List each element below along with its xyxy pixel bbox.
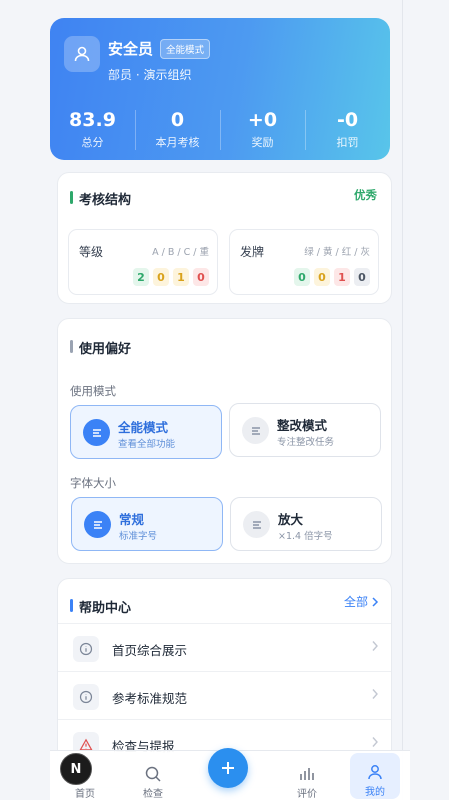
grade-a-count: 2 xyxy=(133,268,149,286)
stat-label: 奖励 xyxy=(251,136,274,149)
mode-option-full[interactable]: 全能模式 查看全部功能 xyxy=(70,405,222,459)
gray-card-count: 0 xyxy=(354,268,370,286)
red-card-count: 1 xyxy=(334,268,350,286)
view-all-label: 全部 xyxy=(343,595,368,609)
plus-icon xyxy=(222,762,234,774)
help-item[interactable]: 首页综合展示 xyxy=(58,623,391,671)
option-title: 常规 xyxy=(119,512,145,527)
stat-reward[interactable]: +0 奖励 xyxy=(220,100,305,160)
font-option-normal[interactable]: 常规 标准字号 xyxy=(71,497,223,551)
grade-box[interactable]: 等级 A / B / C / 重 2 0 1 0 xyxy=(68,229,218,295)
list-icon xyxy=(84,511,111,538)
grade-b-count: 0 xyxy=(153,268,169,286)
add-button[interactable] xyxy=(208,748,248,788)
stat-label: 总分 xyxy=(81,136,104,149)
help-item[interactable]: 参考标准规范 xyxy=(58,671,391,719)
card-title: 发牌 xyxy=(240,245,265,259)
list-icon xyxy=(83,419,110,446)
option-desc: 专注整改任务 xyxy=(277,437,335,448)
exam-structure-card: 考核结构 优秀 等级 A / B / C / 重 2 0 1 0 发牌 绿 / … xyxy=(57,172,392,304)
info-icon xyxy=(73,684,99,710)
grade-legend: A / B / C / 重 xyxy=(152,247,209,258)
option-desc: ×1.4 倍字号 xyxy=(278,531,333,542)
stat-label: 扣罚 xyxy=(336,136,359,149)
option-title: 整改模式 xyxy=(277,418,328,433)
nav-check[interactable]: 检查 xyxy=(128,757,178,800)
profile-card[interactable]: 安全员 全能模式 部员 · 演示组织 83.9 总分 0 本月考核 +0 奖励 … xyxy=(50,18,390,160)
section-title: 帮助中心 xyxy=(70,597,131,616)
user-name: 安全员 xyxy=(108,40,154,58)
stat-value: 0 xyxy=(170,109,185,131)
stat-value: 83.9 xyxy=(69,109,116,131)
nav-label: 检查 xyxy=(143,789,163,800)
grade-c-count: 1 xyxy=(173,268,189,286)
option-title: 放大 xyxy=(278,512,304,527)
preferences-card: 使用偏好 使用模式 全能模式 查看全部功能 整改模式 专注整改任务 字体大小 常… xyxy=(57,318,392,564)
grade-severe-count: 0 xyxy=(193,268,209,286)
stat-value: -0 xyxy=(336,109,359,131)
card-box[interactable]: 发牌 绿 / 黄 / 红 / 灰 0 0 1 0 xyxy=(229,229,379,295)
card-legend: 绿 / 黄 / 红 / 灰 xyxy=(304,247,370,258)
nav-rating[interactable]: 评价 xyxy=(282,757,332,800)
stat-total[interactable]: 83.9 总分 xyxy=(50,100,135,160)
nav-label: 首页 xyxy=(75,789,95,800)
nav-label: 我的 xyxy=(365,787,385,798)
dev-badge[interactable]: N xyxy=(60,753,92,785)
mode-badge: 全能模式 xyxy=(160,39,211,59)
chevron-right-icon xyxy=(372,689,378,699)
chevron-right-icon xyxy=(372,596,379,607)
mode-label: 使用模式 xyxy=(70,384,116,398)
frame-divider xyxy=(402,0,403,800)
stat-monthly[interactable]: 0 本月考核 xyxy=(135,100,220,160)
info-icon xyxy=(73,636,99,662)
user-icon xyxy=(64,36,100,72)
bar-chart-icon xyxy=(300,768,314,780)
grade-title: 等级 xyxy=(79,245,104,259)
section-title: 考核结构 xyxy=(70,189,131,208)
rating-tag: 优秀 xyxy=(354,188,377,202)
list-icon xyxy=(243,511,270,538)
search-icon xyxy=(145,766,161,782)
user-icon xyxy=(368,765,382,780)
option-desc: 标准字号 xyxy=(119,531,158,542)
help-item-label: 首页综合展示 xyxy=(112,643,188,658)
view-all-link[interactable]: 全部 xyxy=(344,593,379,610)
mode-option-rectify[interactable]: 整改模式 专注整改任务 xyxy=(229,403,381,457)
font-size-label: 字体大小 xyxy=(70,476,116,490)
nav-mine[interactable]: 我的 xyxy=(350,753,400,799)
stat-value: +0 xyxy=(247,109,278,131)
stat-label: 本月考核 xyxy=(155,136,200,149)
nav-label: 评价 xyxy=(297,789,317,800)
stat-penalty[interactable]: -0 扣罚 xyxy=(305,100,390,160)
stats-row: 83.9 总分 0 本月考核 +0 奖励 -0 扣罚 xyxy=(50,100,390,160)
chevron-right-icon xyxy=(372,737,378,747)
option-title: 全能模式 xyxy=(118,420,169,435)
help-item-label: 参考标准规范 xyxy=(112,691,188,706)
user-subtitle: 部员 · 演示组织 xyxy=(108,68,192,82)
chevron-right-icon xyxy=(372,641,378,651)
yellow-card-count: 0 xyxy=(314,268,330,286)
font-option-large[interactable]: 放大 ×1.4 倍字号 xyxy=(230,497,382,551)
green-card-count: 0 xyxy=(294,268,310,286)
section-title: 使用偏好 xyxy=(70,338,131,357)
option-desc: 查看全部功能 xyxy=(118,439,176,450)
list-icon xyxy=(242,417,269,444)
